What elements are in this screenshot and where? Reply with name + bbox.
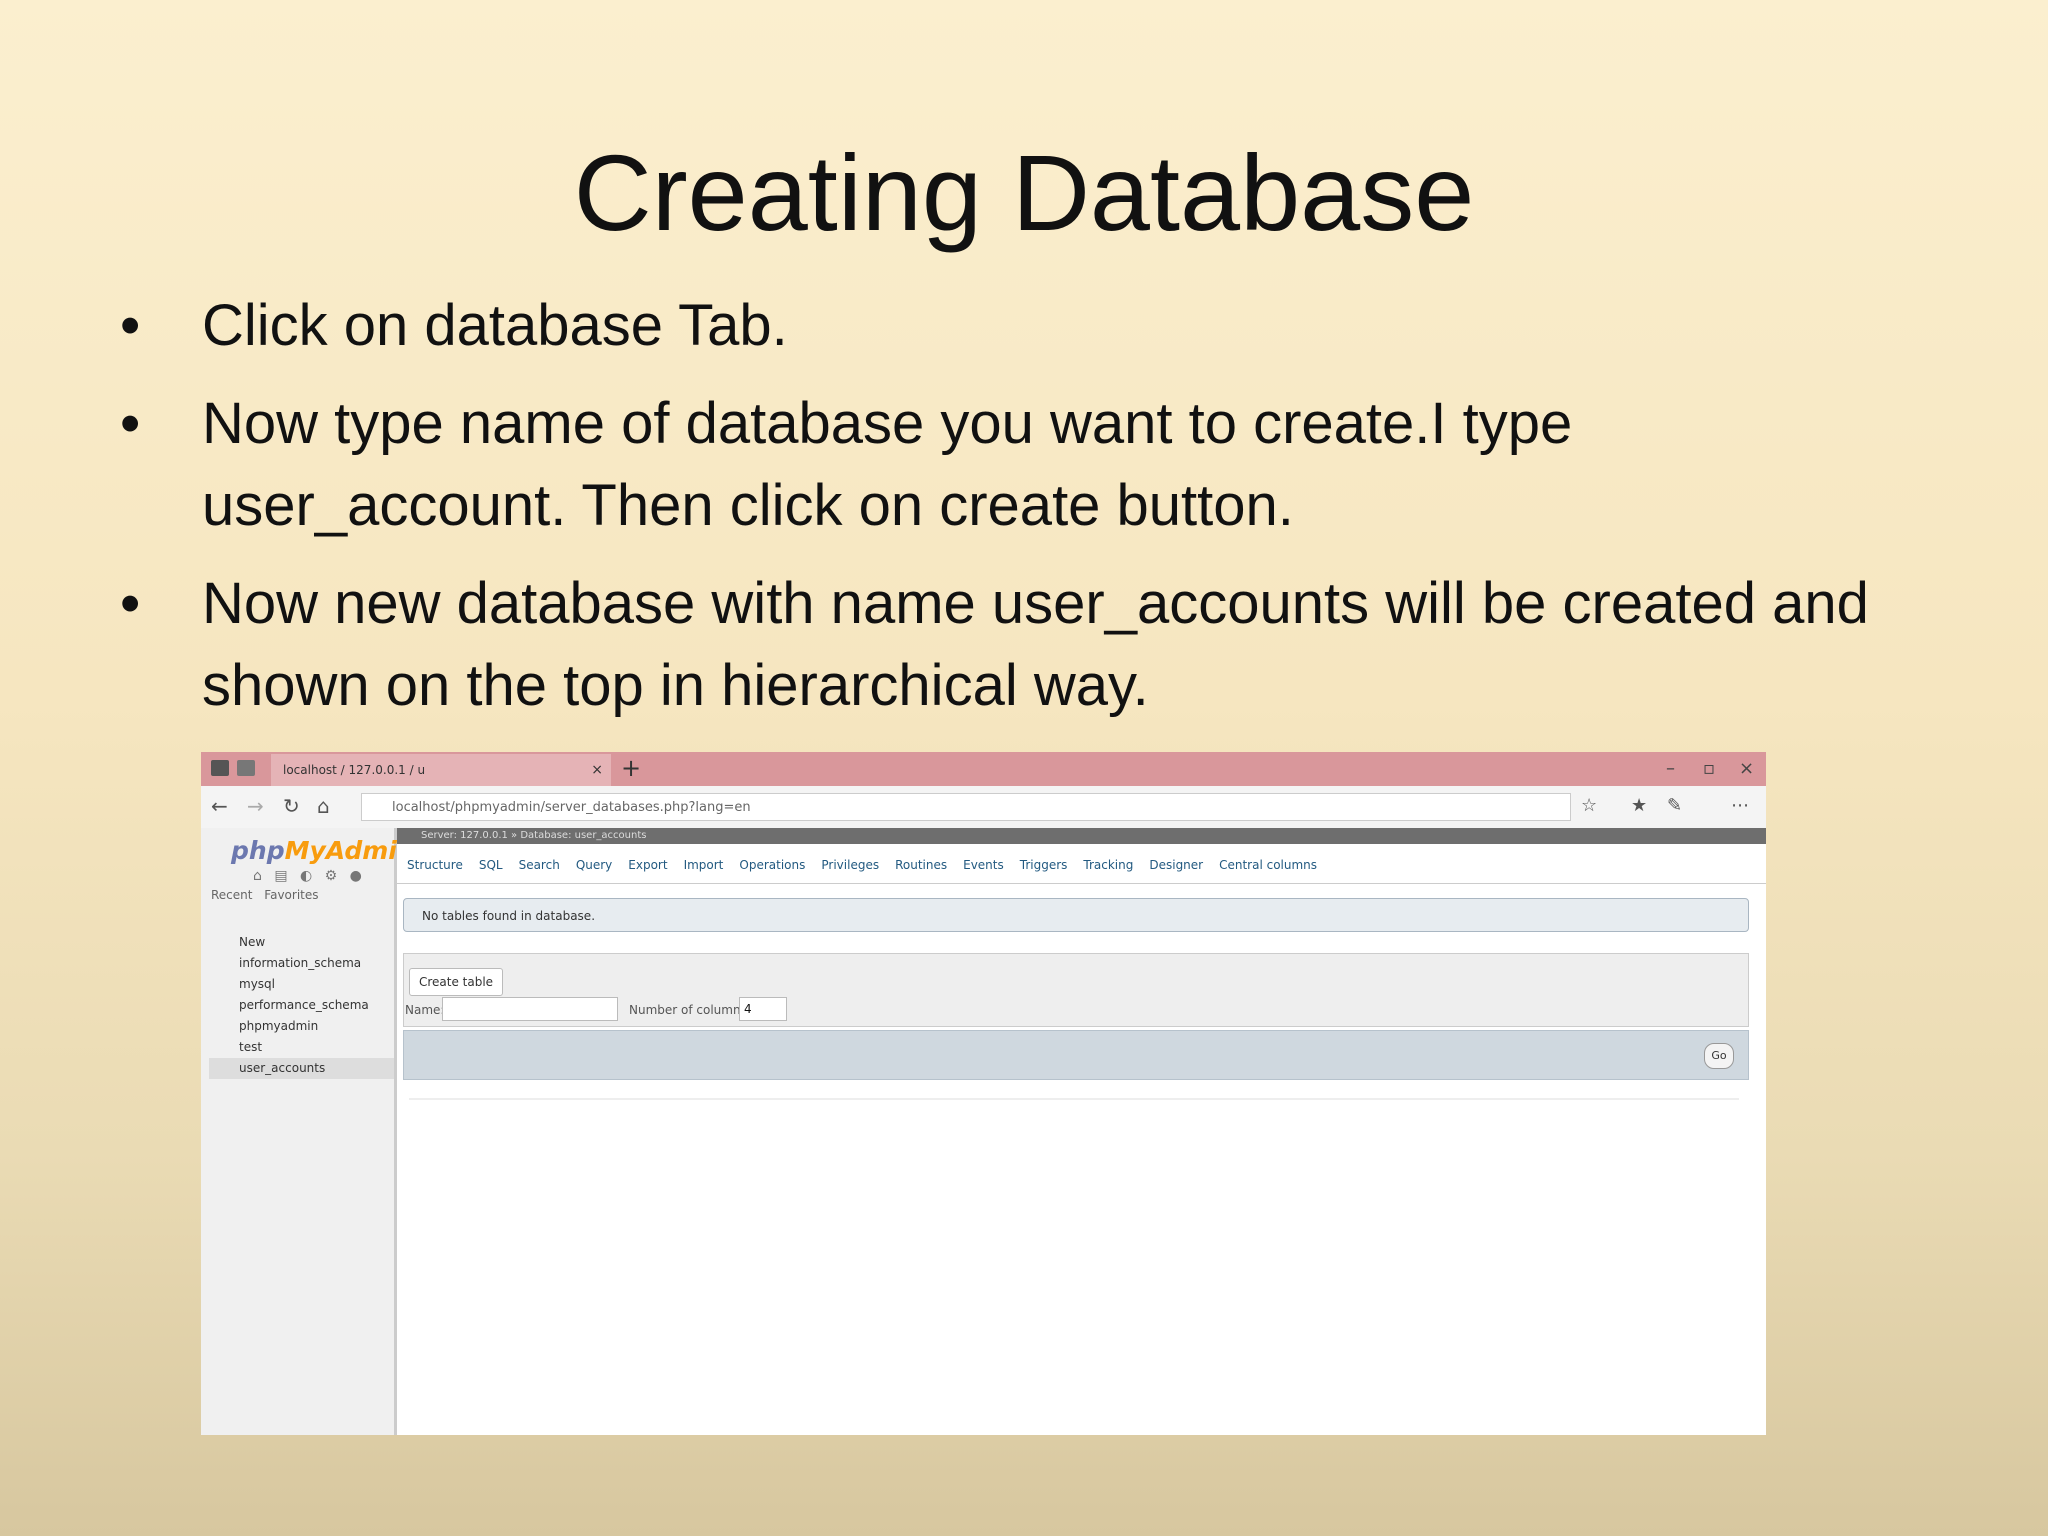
database-tabs: Structure SQL Search Query Export Import…	[397, 846, 1766, 884]
phpmyadmin-logo: phpMyAdmin	[231, 836, 415, 865]
tree-item-new[interactable]: New	[209, 932, 394, 953]
more-icon[interactable]: ⋯	[1731, 795, 1749, 816]
navigation-icons[interactable]: ⌂ ▤ ◐ ⚙ ●	[253, 868, 366, 884]
tab-back-icon[interactable]	[237, 760, 255, 776]
new-tab-icon[interactable]: +	[621, 752, 641, 784]
tab-privileges[interactable]: Privileges	[821, 846, 879, 883]
bullet-dot: •	[120, 391, 141, 456]
maximize-icon[interactable]: ▫	[1703, 752, 1715, 786]
pma-main-panel: Server: 127.0.0.1 » Database: user_accou…	[397, 828, 1766, 1435]
window-close-icon[interactable]: ×	[1739, 752, 1754, 786]
tree-item[interactable]: information_schema	[209, 953, 394, 974]
tab-menu-icon[interactable]	[211, 760, 229, 776]
logo-myadmin: MyAdmin	[284, 836, 415, 865]
favorites-icon[interactable]: ★	[1631, 795, 1647, 816]
columns-label: Number of columns:	[629, 1003, 751, 1017]
go-button[interactable]: Go	[1704, 1043, 1734, 1069]
tab-triggers[interactable]: Triggers	[1020, 846, 1068, 883]
minimize-icon[interactable]: –	[1666, 752, 1675, 786]
phpmyadmin-screenshot: localhost / 127.0.0.1 / u × + – ▫ × ← → …	[201, 752, 1766, 1435]
address-bar-row: ← → ↻ ⌂ localhost/phpmyadmin/server_data…	[201, 786, 1766, 829]
logo-php: php	[231, 836, 285, 865]
database-tree: New information_schema mysql performance…	[209, 932, 394, 1079]
tab-sql[interactable]: SQL	[479, 846, 503, 883]
divider	[409, 1098, 1739, 1100]
bullet-text: Now new database with name user_accounts…	[202, 571, 1869, 718]
breadcrumb[interactable]: Server: 127.0.0.1 » Database: user_accou…	[397, 828, 1766, 844]
close-icon[interactable]: ×	[591, 754, 603, 786]
tree-item[interactable]: mysql	[209, 974, 394, 995]
back-arrow-icon[interactable]: ←	[211, 794, 228, 818]
bullet-list: • Click on database Tab. • Now type name o…	[120, 285, 1940, 743]
bullet-text: Click on database Tab.	[202, 293, 788, 358]
tab-central-columns[interactable]: Central columns	[1219, 846, 1317, 883]
home-icon[interactable]: ⌂	[317, 794, 330, 818]
bullet-item: • Now new database with name user_account…	[120, 563, 1940, 727]
tree-item[interactable]: test	[209, 1037, 394, 1058]
tab-routines[interactable]: Routines	[895, 846, 947, 883]
tree-item[interactable]: performance_schema	[209, 995, 394, 1016]
create-table-legend: Create table	[409, 968, 503, 996]
pma-navigation-panel: phpMyAdmin ⌂ ▤ ◐ ⚙ ● Recent Favorites Ne…	[201, 828, 415, 1435]
bullet-dot: •	[120, 293, 141, 358]
forward-arrow-icon[interactable]: →	[247, 794, 264, 818]
tree-item-selected[interactable]: user_accounts	[209, 1058, 394, 1079]
go-bar: Go	[403, 1030, 1749, 1080]
bullet-dot: •	[120, 571, 141, 636]
browser-tab-bar: localhost / 127.0.0.1 / u × + – ▫ ×	[201, 752, 1766, 786]
browser-tab[interactable]: localhost / 127.0.0.1 / u ×	[271, 754, 611, 786]
name-label: Name:	[405, 1003, 445, 1017]
no-tables-notice: No tables found in database.	[403, 898, 1749, 932]
url-field[interactable]: localhost/phpmyadmin/server_databases.ph…	[361, 793, 1571, 821]
tab-events[interactable]: Events	[963, 846, 1004, 883]
browser-tab-title: localhost / 127.0.0.1 / u	[283, 763, 426, 777]
table-name-input[interactable]	[442, 997, 618, 1021]
slide-title: Creating Database	[573, 132, 1475, 253]
tab-operations[interactable]: Operations	[739, 846, 805, 883]
columns-input[interactable]: 4	[739, 997, 787, 1021]
tab-import[interactable]: Import	[684, 846, 724, 883]
tree-item[interactable]: phpmyadmin	[209, 1016, 394, 1037]
tab-structure[interactable]: Structure	[407, 846, 463, 883]
bullet-item: • Click on database Tab.	[120, 285, 1940, 367]
tab-designer[interactable]: Designer	[1149, 846, 1203, 883]
recent-favorites-tabs[interactable]: Recent Favorites	[211, 888, 319, 902]
favorite-star-icon[interactable]: ☆	[1581, 795, 1597, 816]
bullet-item: • Now type name of database you want to c…	[120, 383, 1940, 547]
tab-tracking[interactable]: Tracking	[1083, 846, 1133, 883]
pen-icon[interactable]: ✎	[1667, 795, 1682, 816]
tab-query[interactable]: Query	[576, 846, 612, 883]
tab-search[interactable]: Search	[519, 846, 560, 883]
tab-export[interactable]: Export	[628, 846, 667, 883]
refresh-icon[interactable]: ↻	[283, 794, 300, 818]
bullet-text: Now type name of database you want to cr…	[202, 391, 1573, 538]
